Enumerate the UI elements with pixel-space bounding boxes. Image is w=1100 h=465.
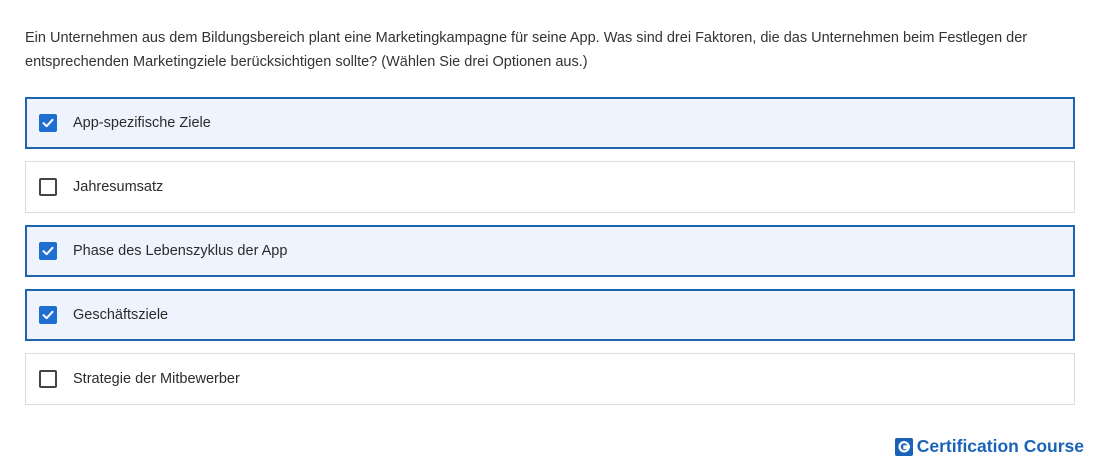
option-label: Strategie der Mitbewerber: [73, 371, 240, 387]
checkbox[interactable]: [39, 178, 57, 196]
checkmark-icon: [42, 310, 54, 320]
checkbox[interactable]: [39, 306, 57, 324]
checkbox[interactable]: [39, 370, 57, 388]
option-competitor-strategy[interactable]: Strategie der Mitbewerber: [25, 353, 1075, 405]
option-annual-revenue[interactable]: Jahresumsatz: [25, 161, 1075, 213]
checkmark-icon: [42, 246, 54, 256]
option-business-goals[interactable]: Geschäftsziele: [25, 289, 1075, 341]
option-app-specific-goals[interactable]: App-spezifische Ziele: [25, 97, 1075, 149]
brand-text: Certification Course: [916, 436, 1084, 456]
option-app-lifecycle-phase[interactable]: Phase des Lebenszyklus der App: [25, 225, 1075, 277]
checkbox[interactable]: [39, 242, 57, 260]
option-label: App-spezifische Ziele: [73, 115, 211, 131]
option-label: Geschäftsziele: [73, 307, 169, 323]
options-list: App-spezifische Ziele Jahresumsatz Phase…: [25, 97, 1075, 417]
option-label: Jahresumsatz: [73, 179, 164, 195]
checkbox[interactable]: [39, 114, 57, 132]
brand-logo: Certification Course: [894, 436, 1084, 457]
question-line-1: Ein Unternehmen aus dem Bildungsbereich …: [25, 30, 1028, 46]
checkmark-icon: [42, 118, 54, 128]
g-logo-icon: [894, 437, 913, 456]
question-text: Ein Unternehmen aus dem Bildungsbereich …: [25, 26, 1065, 74]
option-label: Phase des Lebenszyklus der App: [73, 243, 288, 259]
question-line-2: entsprechenden Marketingziele berücksich…: [25, 54, 588, 70]
